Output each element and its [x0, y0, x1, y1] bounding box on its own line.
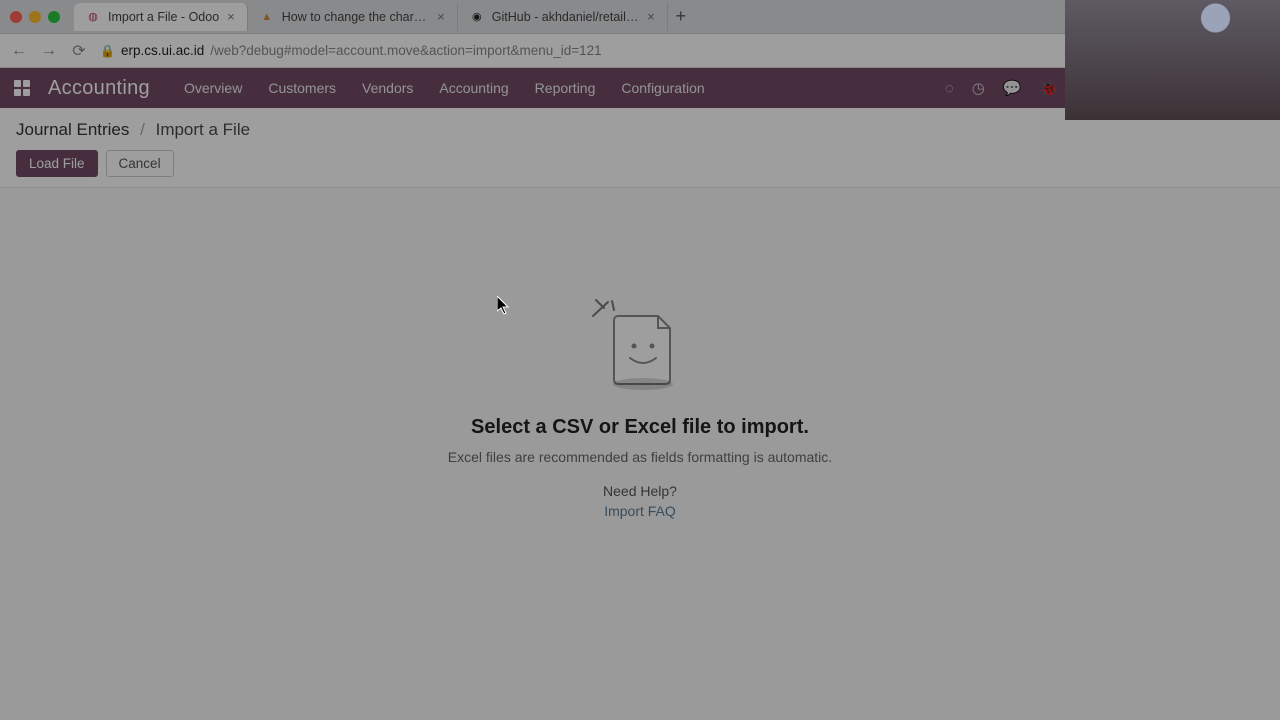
close-window-icon[interactable] — [10, 11, 22, 23]
main-menu: Overview Customers Vendors Accounting Re… — [184, 80, 705, 96]
browser-tab-0[interactable]: ◍ Import a File - Odoo × — [74, 3, 248, 31]
tab-title: GitHub - akhdaniel/retail12: Im… — [492, 10, 639, 24]
reload-button[interactable]: ⟳ — [70, 41, 88, 61]
menu-vendors[interactable]: Vendors — [362, 80, 413, 96]
webcam-overlay — [1065, 0, 1280, 120]
breadcrumb-current: Import a File — [156, 120, 250, 139]
close-tab-icon[interactable]: × — [437, 9, 445, 24]
menu-overview[interactable]: Overview — [184, 80, 242, 96]
browser-tab-2[interactable]: ◉ GitHub - akhdaniel/retail12: Im… × — [458, 3, 668, 31]
address-bar[interactable]: 🔒 erp.cs.ui.ac.id/web?debug#model=accoun… — [100, 43, 1208, 58]
menu-configuration[interactable]: Configuration — [621, 80, 704, 96]
browser-tab-1[interactable]: ▲ How to change the chart of ac… × — [248, 3, 458, 31]
favicon-icon: ▲ — [260, 10, 274, 24]
need-help-text: Need Help? — [448, 483, 832, 499]
load-file-button[interactable]: Load File — [16, 150, 98, 177]
url-domain: erp.cs.ui.ac.id — [121, 43, 204, 58]
url-path: /web?debug#model=account.move&action=imp… — [210, 43, 601, 58]
odoo-favicon-icon: ◍ — [86, 10, 100, 24]
menu-customers[interactable]: Customers — [268, 80, 336, 96]
app-title[interactable]: Accounting — [48, 77, 150, 100]
new-tab-button[interactable]: + — [668, 6, 694, 27]
close-tab-icon[interactable]: × — [227, 9, 235, 24]
window-controls — [10, 11, 60, 23]
empty-subtitle: Excel files are recommended as fields fo… — [448, 449, 832, 465]
breadcrumb: Journal Entries / Import a File — [16, 120, 1264, 140]
control-panel: Journal Entries / Import a File Load Fil… — [0, 108, 1280, 188]
empty-state: Select a CSV or Excel file to import. Ex… — [448, 298, 832, 521]
lock-icon: 🔒 — [100, 44, 115, 58]
back-button[interactable]: ← — [10, 42, 28, 60]
chat-icon[interactable]: 💬 — [1003, 79, 1022, 97]
github-favicon-icon: ◉ — [470, 10, 484, 24]
breadcrumb-separator: / — [140, 120, 145, 139]
forward-button[interactable]: → — [40, 42, 58, 60]
cancel-button[interactable]: Cancel — [106, 150, 174, 177]
clock-icon[interactable]: ◷ — [972, 79, 985, 97]
breadcrumb-root[interactable]: Journal Entries — [16, 120, 129, 139]
minimize-window-icon[interactable] — [29, 11, 41, 23]
debug-icon[interactable]: 🐞 — [1040, 79, 1059, 97]
apps-grid-icon[interactable] — [14, 80, 30, 96]
import-faq-link[interactable]: Import FAQ — [604, 503, 676, 519]
maximize-window-icon[interactable] — [48, 11, 60, 23]
close-tab-icon[interactable]: × — [647, 9, 655, 24]
action-buttons: Load File Cancel — [16, 150, 1264, 177]
loading-spinner-icon: ◌ — [945, 80, 954, 97]
browser-tabs: ◍ Import a File - Odoo × ▲ How to change… — [74, 0, 694, 33]
empty-title: Select a CSV or Excel file to import. — [448, 416, 832, 439]
tab-title: How to change the chart of ac… — [282, 10, 429, 24]
file-smile-icon — [590, 298, 690, 398]
tab-title: Import a File - Odoo — [108, 10, 219, 24]
import-content: Select a CSV or Excel file to import. Ex… — [0, 188, 1280, 720]
menu-accounting[interactable]: Accounting — [439, 80, 508, 96]
menu-reporting[interactable]: Reporting — [535, 80, 596, 96]
